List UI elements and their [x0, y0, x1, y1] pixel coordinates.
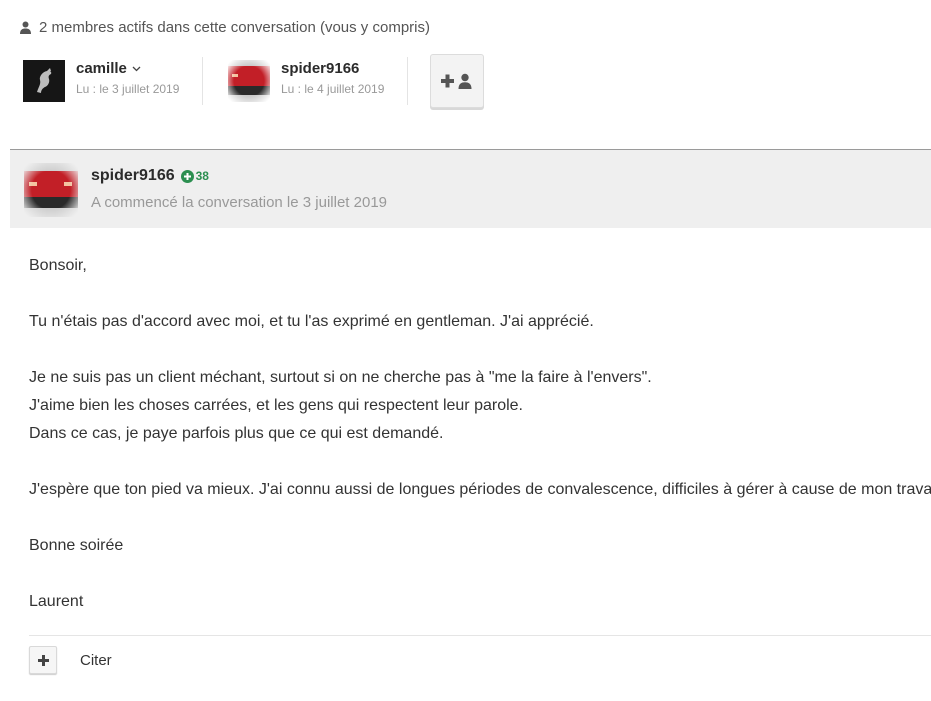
member-name[interactable]: spider9166 — [281, 60, 359, 77]
member-divider — [202, 57, 203, 105]
quote-button[interactable]: Citer — [80, 652, 112, 669]
member-read-date: Lu : le 3 juillet 2019 — [76, 82, 180, 96]
multiquote-button[interactable] — [29, 646, 57, 674]
members-header-text: 2 membres actifs dans cette conversation… — [39, 18, 430, 36]
post-author[interactable]: spider9166 — [91, 167, 175, 185]
post-line: Laurent — [29, 593, 84, 610]
post-line: Dans ce cas, je paye parfois plus que ce… — [29, 425, 444, 442]
post-line: J'aime bien les choses carrées, et les g… — [29, 397, 523, 414]
post-line: Bonne soirée — [29, 537, 124, 554]
add-member-button[interactable] — [430, 54, 484, 108]
add-user-icon — [441, 73, 473, 89]
reputation-count: 38 — [195, 169, 209, 183]
avatar[interactable] — [23, 60, 65, 102]
author-avatar[interactable] — [24, 163, 78, 217]
post-body: Bonsoir, Tu n'étais pas d'accord avec mo… — [29, 252, 931, 616]
post-line: Je ne suis pas un client méchant, surtou… — [29, 369, 652, 386]
avatar[interactable] — [228, 60, 270, 102]
plus-circle-icon — [180, 169, 196, 183]
member-name[interactable]: camille — [76, 60, 127, 77]
post-line: Tu n'étais pas d'accord avec moi, et tu … — [29, 313, 594, 330]
post-line: Bonsoir, — [29, 257, 87, 274]
member-divider — [407, 57, 408, 105]
post-line: J'espère que ton pied va mieux. J'ai con… — [29, 481, 931, 498]
plus-icon — [37, 654, 49, 666]
members-header: 2 membres actifs dans cette conversation… — [20, 17, 430, 37]
post-header: spider9166 38 A commencé la conversation… — [10, 149, 931, 228]
user-icon — [20, 21, 31, 34]
member-read-date: Lu : le 4 juillet 2019 — [281, 82, 385, 96]
member-spider9166[interactable]: spider9166 Lu : le 4 juillet 2019 — [228, 60, 384, 104]
chevron-down-icon[interactable] — [132, 66, 141, 72]
post-footer: Citer — [29, 635, 931, 682]
member-camille[interactable]: camille Lu : le 3 juillet 2019 — [23, 60, 179, 104]
post-started-date: A commencé la conversation le 3 juillet … — [91, 194, 388, 211]
reputation-badge: 38 — [180, 169, 209, 183]
